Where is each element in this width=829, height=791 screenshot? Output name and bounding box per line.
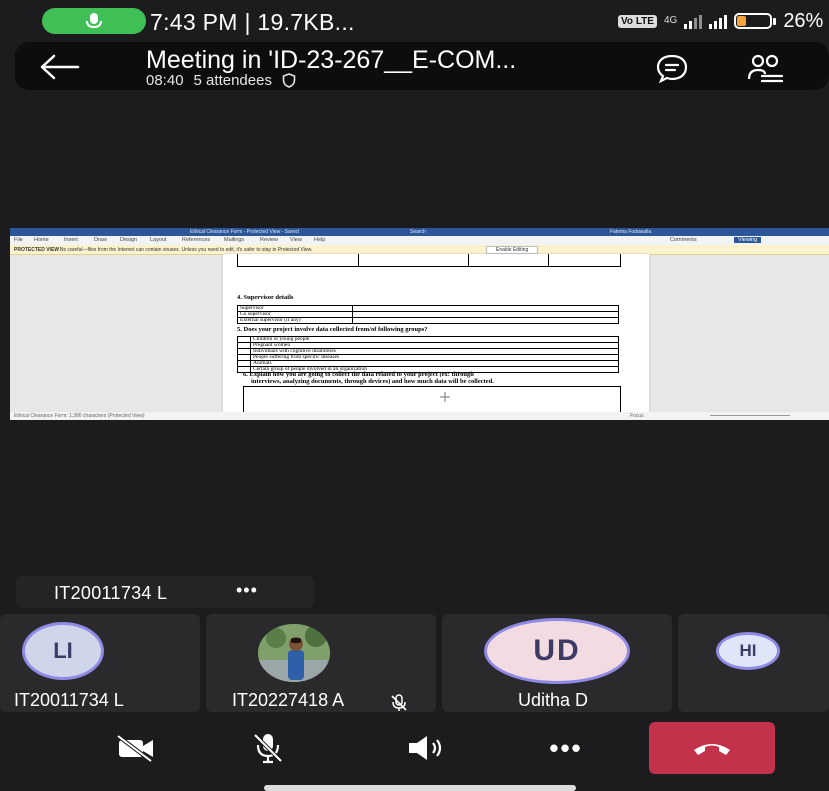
status-indicators: Vo LTE 4G 26% xyxy=(618,9,824,32)
participant-avatar: HI xyxy=(716,632,780,670)
document-top-table xyxy=(237,254,621,267)
word-status-bar: Ethical Clearance Form: 1,386 characters… xyxy=(10,412,829,420)
word-focus-button: Focus xyxy=(630,413,644,419)
participant-photo-avatar xyxy=(258,624,330,682)
participants-button[interactable] xyxy=(742,52,788,84)
word-status-text: Ethical Clearance Form: 1,386 characters… xyxy=(14,413,145,419)
participant-avatar: LI xyxy=(22,622,104,680)
section-6-line-1: 6. Explain how you are going to collect … xyxy=(243,371,474,378)
person-photo-icon xyxy=(258,624,330,682)
word-menu-item: Draw xyxy=(94,237,107,243)
back-arrow-icon xyxy=(40,54,80,80)
camera-off-icon xyxy=(116,734,153,762)
section-4-heading: 4. Supervisor details xyxy=(237,294,294,301)
meeting-duration: 08:40 xyxy=(146,72,184,89)
more-options-button[interactable]: ••• xyxy=(536,726,596,770)
attendee-count[interactable]: 5 attendees xyxy=(194,72,272,89)
word-menu-item: Insert xyxy=(64,237,78,243)
network-type: 4G xyxy=(663,15,678,26)
word-menu-item: Help xyxy=(314,237,326,243)
supervisor-table: Supervisor Co supervisor External superv… xyxy=(237,305,619,324)
participant-tile[interactable]: UD Uditha D xyxy=(442,614,672,712)
word-menu-item: Layout xyxy=(150,237,167,243)
volte-badge: Vo LTE xyxy=(618,14,657,28)
word-viewing-mode: Viewing xyxy=(734,237,762,243)
section-5-heading: 5. Does your project involve data collec… xyxy=(237,326,428,333)
meeting-subtitle: 08:40 5 attendees xyxy=(146,72,296,89)
section-6-line-2: interviews, analyzing documents, through… xyxy=(251,378,494,385)
word-comments-button: Comments xyxy=(670,237,697,243)
shield-icon xyxy=(282,73,296,88)
battery-fill xyxy=(737,16,747,26)
active-speaker-more-button[interactable]: ••• xyxy=(236,580,258,601)
speaker-button[interactable] xyxy=(396,726,456,770)
word-window-title: Ethical Clearance Form - Protected View … xyxy=(190,229,299,235)
word-ribbon-menu: File Home Insert Draw Design Layout Refe… xyxy=(10,236,829,245)
back-button[interactable] xyxy=(38,52,82,82)
word-menu-item: File xyxy=(14,237,23,243)
participant-tile[interactable]: IT20227418 A xyxy=(206,614,436,712)
battery-icon xyxy=(734,13,773,29)
status-time: 7:43 PM | 19.7KB... xyxy=(150,9,355,35)
participant-avatar: UD xyxy=(484,618,630,684)
signal-strength-icon xyxy=(684,13,703,29)
mic-toggle-button[interactable] xyxy=(238,726,298,770)
chat-button[interactable] xyxy=(652,52,692,84)
participant-tile[interactable]: HI xyxy=(678,614,829,712)
participant-name: Uditha D xyxy=(518,690,589,710)
camera-toggle-button[interactable] xyxy=(106,726,166,770)
protected-view-message: Be careful—files from the Internet can c… xyxy=(60,247,313,253)
enable-editing-button: Enable Editing xyxy=(486,246,539,254)
word-title-bar: Ethical Clearance Form - Protected View … xyxy=(10,228,829,236)
home-indicator[interactable] xyxy=(264,785,576,791)
microphone-icon xyxy=(86,13,102,29)
supervisor-row-label: External supervisor (if any) xyxy=(237,317,353,324)
mic-off-icon xyxy=(253,733,283,764)
mic-in-use-indicator[interactable] xyxy=(42,8,146,34)
shared-screen[interactable]: Ethical Clearance Form - Protected View … xyxy=(10,228,829,420)
end-call-icon xyxy=(694,744,730,755)
speaker-icon xyxy=(409,736,442,760)
end-call-button[interactable] xyxy=(649,722,775,774)
participant-name: IT20011734 L xyxy=(14,690,124,710)
word-menu-item: View xyxy=(290,237,302,243)
signal-strength-2-icon xyxy=(709,13,728,29)
participant-tile[interactable]: LI IT20011734 L xyxy=(0,614,200,712)
people-icon xyxy=(747,54,784,83)
meeting-title: Meeting in 'ID-23-267__E-COM... xyxy=(146,46,517,74)
word-menu-item: References xyxy=(182,237,211,243)
document-page: 4. Supervisor details Supervisor Co supe… xyxy=(223,254,649,420)
word-zoom-slider xyxy=(710,415,790,416)
cursor-icon xyxy=(440,392,450,402)
word-menu-item: Mailings xyxy=(224,237,245,243)
battery-percent: 26% xyxy=(783,9,824,32)
groups-table: Children or young people Pregnant women … xyxy=(237,336,619,373)
word-menu-item: Design xyxy=(120,237,138,243)
active-speaker-name: IT20011734 L xyxy=(54,583,168,603)
protected-view-label: PROTECTED VIEW xyxy=(14,247,60,253)
mic-muted-icon xyxy=(391,694,407,711)
battery-tip xyxy=(773,17,777,25)
participant-name: IT20227418 A xyxy=(232,690,345,710)
word-search: Search xyxy=(410,229,426,235)
word-menu-item: Review xyxy=(260,237,279,243)
word-menu-item: Home xyxy=(34,237,49,243)
chat-icon xyxy=(656,54,688,84)
word-user-name: Fatema Fodawalla xyxy=(610,229,652,235)
